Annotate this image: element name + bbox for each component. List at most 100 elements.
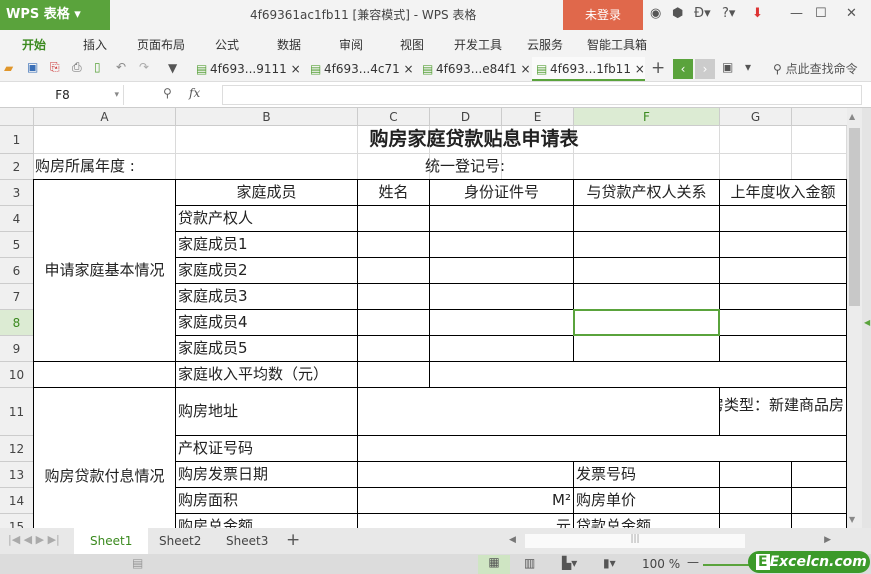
close-button[interactable]: ✕: [846, 6, 857, 21]
vertical-scrollbar[interactable]: ▲ ▼: [847, 108, 862, 528]
cell-empty[interactable]: [429, 309, 574, 336]
cell-label[interactable]: 家庭成员2: [175, 257, 358, 284]
zoom-level[interactable]: 100 %: [642, 557, 680, 571]
open-icon[interactable]: ▰: [4, 61, 13, 75]
row-header-2[interactable]: 2: [0, 154, 34, 180]
cell-empty[interactable]: [357, 283, 430, 310]
cell-empty[interactable]: [429, 257, 574, 284]
print-preview-icon[interactable]: ▯: [94, 60, 101, 74]
cell-empty[interactable]: [357, 387, 720, 436]
sheet-tab-sheet3[interactable]: Sheet3: [210, 528, 284, 554]
cell-label[interactable]: 产权证号码: [175, 435, 358, 462]
cell-empty[interactable]: [357, 257, 430, 284]
cell-label[interactable]: 家庭成员3: [175, 283, 358, 310]
save-icon[interactable]: ▣: [27, 60, 38, 74]
cell-empty[interactable]: [719, 513, 792, 528]
close-tab-icon[interactable]: ×: [631, 62, 645, 76]
page-break-view-button[interactable]: ▥: [524, 556, 535, 570]
cell-label[interactable]: 家庭成员5: [175, 335, 358, 362]
redo-icon[interactable]: ↷: [139, 60, 149, 74]
cell-empty[interactable]: [357, 335, 430, 362]
column-header-G[interactable]: G: [720, 108, 792, 126]
pin-icon[interactable]: ▾: [745, 60, 751, 74]
menu-tab-0[interactable]: 开始: [22, 36, 46, 53]
close-tab-icon[interactable]: ×: [517, 62, 531, 76]
menu-tab-4[interactable]: 数据: [277, 36, 301, 53]
menu-tab-1[interactable]: 插入: [83, 36, 107, 53]
sheet-tab-sheet2[interactable]: Sheet2: [143, 528, 217, 554]
cell-label[interactable]: 元: [357, 513, 574, 528]
cell-empty[interactable]: [791, 461, 847, 488]
cell-label[interactable]: 购房所属年度 :: [33, 153, 358, 180]
login-button[interactable]: 未登录: [563, 0, 643, 30]
name-box[interactable]: F8 ▾: [2, 85, 124, 105]
cell-label[interactable]: 家庭收入平均数（元）: [175, 361, 358, 388]
cell-empty[interactable]: [719, 231, 847, 258]
add-sheet-button[interactable]: +: [286, 530, 300, 550]
row-header-12[interactable]: 12: [0, 436, 34, 462]
menu-tab-9[interactable]: 智能工具箱: [587, 36, 647, 53]
row-header-4[interactable]: 4: [0, 206, 34, 232]
more-dropdown-icon[interactable]: ▼: [168, 61, 177, 75]
zoom-slider[interactable]: [703, 564, 753, 566]
sheet-nav-icons[interactable]: |◀ ◀ ▶ ▶|: [8, 533, 60, 546]
print-icon[interactable]: ⎙: [72, 60, 82, 75]
cell-label[interactable]: 住房类型：新建商品房: [719, 387, 847, 436]
cell-empty[interactable]: [357, 231, 430, 258]
cell-empty[interactable]: [573, 257, 720, 284]
cell-label[interactable]: 统一登记号:: [423, 153, 568, 180]
document-tab[interactable]: ▤ 4f693...e84f1 ×: [418, 57, 531, 81]
cell-empty[interactable]: [719, 461, 792, 488]
function-icon[interactable]: fx: [189, 86, 200, 100]
row-header-7[interactable]: 7: [0, 284, 34, 310]
cell-empty[interactable]: [573, 335, 720, 362]
menu-tab-8[interactable]: 云服务: [527, 36, 563, 53]
wps-app-menu[interactable]: WPS 表格 ▾: [0, 0, 110, 30]
zoom-formula-icon[interactable]: ⚲: [163, 86, 172, 100]
undo-icon[interactable]: ↶: [116, 60, 126, 74]
row-header-13[interactable]: 13: [0, 462, 34, 488]
cell-empty[interactable]: [719, 257, 847, 284]
row-header-5[interactable]: 5: [0, 232, 34, 258]
help-icon[interactable]: ?▾: [722, 6, 735, 21]
column-header-C[interactable]: C: [358, 108, 430, 126]
row-header-10[interactable]: 10: [0, 362, 34, 388]
cell-empty[interactable]: [791, 513, 847, 528]
cell-label[interactable]: 身份证件号: [429, 179, 574, 206]
menu-tab-7[interactable]: 开发工具: [454, 36, 502, 53]
cell-label[interactable]: 购房单价: [573, 487, 720, 514]
column-header-B[interactable]: B: [176, 108, 358, 126]
row-header-15[interactable]: 15: [0, 514, 34, 528]
row-header-3[interactable]: 3: [0, 180, 34, 206]
menu-tab-3[interactable]: 公式: [215, 36, 239, 53]
cell-label[interactable]: 上年度收入金额: [719, 179, 847, 206]
cell-empty[interactable]: [573, 283, 720, 310]
row-header-6[interactable]: 6: [0, 258, 34, 284]
reading-mode-button[interactable]: ▮▾: [603, 556, 616, 570]
normal-view-button[interactable]: ▦: [478, 555, 510, 574]
new-tab-button[interactable]: +: [651, 58, 665, 78]
cell-empty[interactable]: [429, 335, 574, 362]
sheet-tab-sheet1[interactable]: Sheet1: [74, 528, 149, 554]
cell-label[interactable]: 申请家庭基本情况: [33, 179, 176, 362]
row-header-8[interactable]: 8: [0, 310, 34, 336]
share-icon[interactable]: Ð▾: [694, 6, 711, 21]
row-header-14[interactable]: 14: [0, 488, 34, 514]
cell-empty[interactable]: [719, 487, 792, 514]
cell-empty[interactable]: [357, 205, 430, 232]
cell-label[interactable]: 购房面积: [175, 487, 358, 514]
macro-icon[interactable]: ▤: [132, 556, 143, 570]
document-tab[interactable]: ▤ 4f693...1fb11 ×: [532, 57, 645, 81]
cell-empty[interactable]: [33, 361, 176, 388]
cell-empty[interactable]: [357, 309, 430, 336]
cell-empty[interactable]: [429, 361, 847, 388]
horizontal-scrollbar[interactable]: ◀ ||| ▶: [505, 532, 835, 550]
row-header-11[interactable]: 11: [0, 388, 34, 436]
cell-empty[interactable]: [357, 361, 430, 388]
column-header-E[interactable]: E: [502, 108, 574, 126]
menu-tab-2[interactable]: 页面布局: [137, 36, 185, 53]
cell-empty[interactable]: [573, 205, 720, 232]
search-command[interactable]: ⚲ 点此查找命令: [773, 60, 858, 77]
cell-label[interactable]: 与贷款产权人关系: [573, 179, 720, 206]
row-header-1[interactable]: 1: [0, 126, 34, 154]
